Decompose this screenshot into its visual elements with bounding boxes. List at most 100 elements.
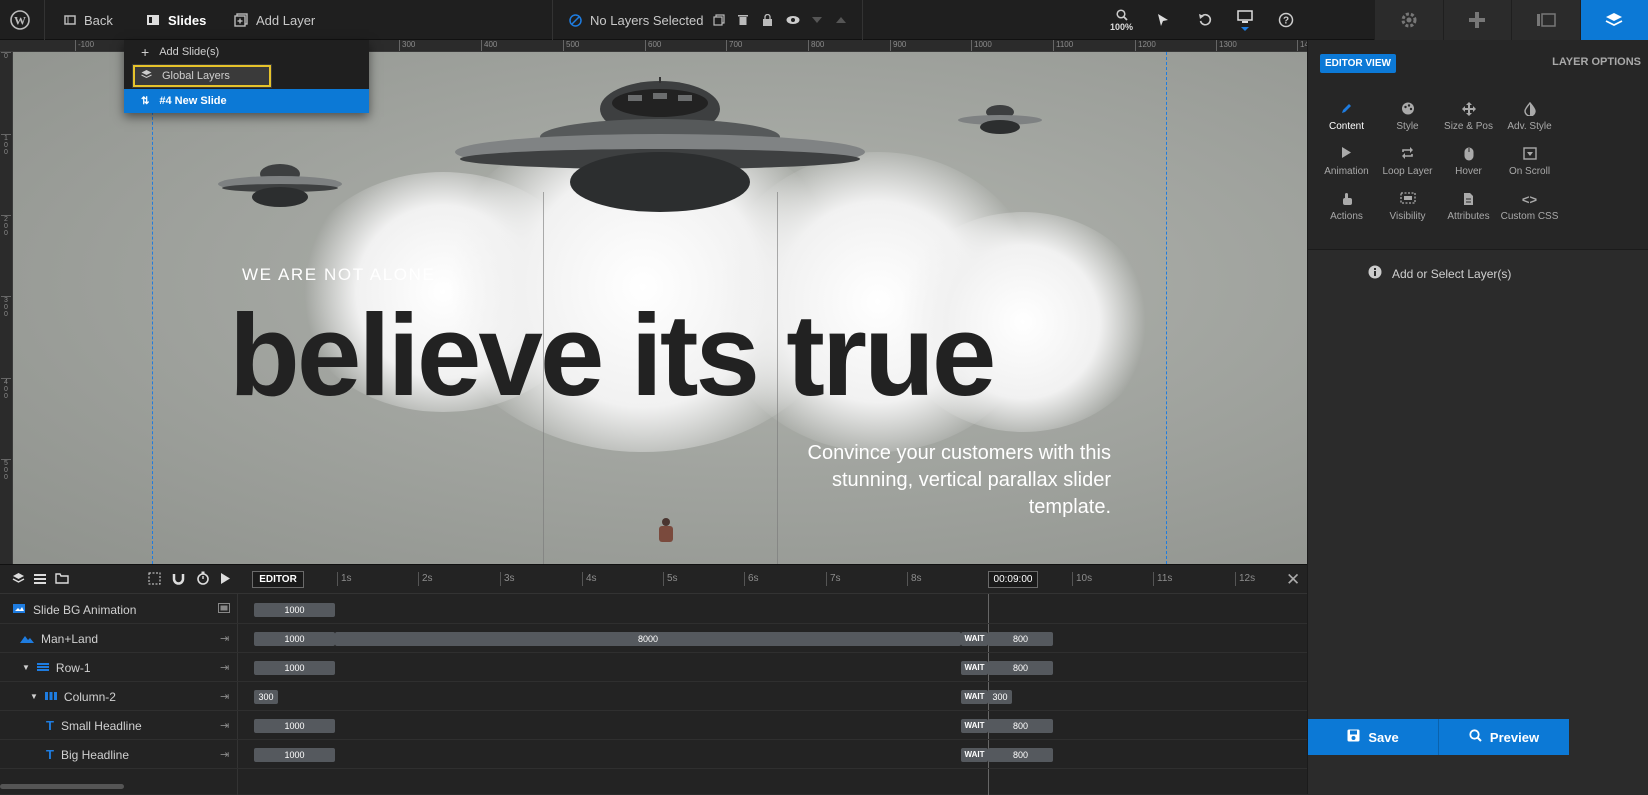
wordpress-logo-icon[interactable]: W (10, 0, 30, 40)
style-option[interactable]: Style (1377, 102, 1438, 132)
big-headline-layer[interactable]: believe its true (229, 288, 993, 422)
magnet-icon[interactable] (172, 572, 185, 588)
on-scroll-option[interactable]: On Scroll (1499, 147, 1560, 177)
bg-thumb-icon[interactable] (218, 603, 230, 616)
anim-bar-mid[interactable]: 8000 (335, 632, 961, 646)
wait-badge[interactable]: WAIT (961, 748, 988, 762)
option-label: Animation (1324, 166, 1368, 177)
body-text-layer[interactable]: Convince your customers with this stunni… (773, 440, 1111, 521)
snap-grid-icon[interactable] (148, 572, 161, 588)
wait-badge[interactable]: WAIT (961, 661, 988, 675)
custom-css-option[interactable]: <> Custom CSS (1499, 192, 1560, 222)
preview-button[interactable]: Preview (1438, 719, 1569, 755)
second-tick: 4s (582, 572, 597, 586)
folder-icon[interactable] (55, 572, 69, 587)
ufo-large-image[interactable] (453, 77, 868, 217)
anim-bar-end[interactable]: 800 (988, 661, 1053, 675)
ufo-left-image[interactable] (218, 160, 353, 210)
back-button[interactable]: Back (64, 0, 113, 40)
help-icon[interactable]: ? (1278, 0, 1294, 40)
delete-layer-icon[interactable] (738, 0, 748, 40)
ruler-tick: 1000 (971, 40, 992, 51)
end-arrow-icon[interactable]: ⇥ (220, 748, 229, 761)
anim-bar-end[interactable]: 300 (988, 690, 1012, 704)
content-option[interactable]: Content (1316, 102, 1377, 132)
timer-icon[interactable] (196, 571, 210, 588)
anim-bar-start[interactable]: 1000 (254, 748, 335, 762)
wait-badge[interactable]: WAIT (961, 632, 988, 646)
add-layer-button[interactable]: Add Layer (234, 0, 315, 40)
timeline-row[interactable]: ▼ Column-2 ⇥ 300 WAIT 300 (0, 682, 1374, 711)
zoom-control[interactable]: 100% (1110, 0, 1133, 40)
actions-option[interactable]: Actions (1316, 192, 1377, 222)
layer-options-label[interactable]: LAYER OPTIONS (1552, 56, 1641, 68)
layers-stack-icon[interactable] (1580, 0, 1648, 40)
move-up-icon[interactable] (836, 0, 846, 40)
second-tick: 5s (663, 572, 678, 586)
ruler-tick: 3 0 0 (1, 296, 11, 318)
second-tick: 2s (418, 572, 433, 586)
list-view-icon[interactable] (34, 573, 46, 587)
anim-bar-end[interactable]: 800 (988, 719, 1053, 733)
slide-canvas[interactable]: WE ARE NOT ALONE believe its true Convin… (13, 52, 1374, 564)
layers-toggle-icon[interactable] (12, 572, 25, 588)
move-down-icon[interactable] (812, 0, 822, 40)
settings-gear-icon[interactable] (1374, 0, 1443, 40)
size-pos-option[interactable]: Size & Pos (1438, 102, 1499, 132)
anim-bar-end[interactable]: 800 (988, 748, 1053, 762)
timeline-row[interactable]: Slide BG Animation 1000 (0, 595, 1374, 624)
timeline-row[interactable]: T Big Headline ⇥ 1000 WAIT 800 (0, 740, 1374, 769)
duplicate-layer-icon[interactable] (713, 0, 725, 40)
ufo-right-image[interactable] (958, 102, 1043, 137)
anim-bar-start[interactable]: 1000 (254, 603, 335, 617)
loop-layer-option[interactable]: Loop Layer (1377, 147, 1438, 177)
anim-bar-start[interactable]: 1000 (254, 661, 335, 675)
man-figure-image[interactable] (655, 517, 677, 564)
top-toolbar: W Back Slides Add Layer No Layers Select… (0, 0, 1648, 40)
anim-bar-start[interactable]: 300 (254, 690, 278, 704)
timeline-row[interactable]: ▼ Row-1 ⇥ 1000 WAIT 800 (0, 653, 1374, 682)
close-timeline-icon[interactable]: ✕ (1286, 570, 1300, 590)
horizontal-scrollbar[interactable] (0, 784, 124, 789)
anim-bar-start[interactable]: 1000 (254, 719, 335, 733)
ruler-tick: 4 0 0 (1, 378, 11, 400)
anim-bar-end[interactable]: 800 (988, 632, 1053, 646)
wait-badge[interactable]: WAIT (961, 719, 988, 733)
end-arrow-icon[interactable]: ⇥ (220, 661, 229, 674)
animation-option[interactable]: Animation (1316, 147, 1377, 177)
device-desktop-icon[interactable] (1237, 0, 1253, 40)
navigation-gamepad-icon[interactable] (1443, 0, 1512, 40)
ruler-tick: 1 0 0 (1, 134, 11, 156)
add-slides-item[interactable]: + Add Slide(s) (124, 40, 369, 64)
current-time-badge[interactable]: 00:09:00 (988, 571, 1038, 588)
small-headline-layer[interactable]: WE ARE NOT ALONE (242, 265, 435, 285)
option-label: Adv. Style (1507, 121, 1551, 132)
visibility-option[interactable]: Visibility (1377, 192, 1438, 222)
editor-badge[interactable]: EDITOR (252, 571, 304, 588)
timeline-row[interactable]: Man+Land ⇥ 1000 8000 WAIT 800 (0, 624, 1374, 653)
slide-4-item[interactable]: ⇅ #4 New Slide (124, 89, 369, 113)
play-icon[interactable] (220, 573, 230, 587)
slides-button[interactable]: Slides (146, 0, 206, 40)
ruler-tick: 0 (1, 52, 11, 60)
global-layers-item[interactable]: Global Layers (132, 64, 272, 88)
slide-options-icon[interactable] (1511, 0, 1580, 40)
end-arrow-icon[interactable]: ⇥ (220, 632, 229, 645)
pointer-tool-icon[interactable] (1157, 0, 1169, 40)
adv-style-option[interactable]: Adv. Style (1499, 102, 1560, 132)
timeline-row[interactable]: T Small Headline ⇥ 1000 WAIT 800 (0, 711, 1374, 740)
lock-layer-icon[interactable] (762, 0, 773, 40)
end-arrow-icon[interactable]: ⇥ (220, 690, 229, 703)
attributes-option[interactable]: Attributes (1438, 192, 1499, 222)
visibility-eye-icon[interactable] (786, 0, 800, 40)
editor-view-badge[interactable]: EDITOR VIEW (1320, 54, 1396, 73)
save-button[interactable]: Save (1308, 719, 1438, 755)
end-arrow-icon[interactable]: ⇥ (220, 719, 229, 732)
undo-history-icon[interactable] (1198, 0, 1212, 40)
hover-option[interactable]: Hover (1438, 147, 1499, 177)
slides-label: Slides (168, 13, 206, 28)
option-label: Style (1396, 121, 1418, 132)
anim-bar-start[interactable]: 1000 (254, 632, 335, 646)
no-selection-icon (569, 14, 582, 27)
wait-badge[interactable]: WAIT (961, 690, 988, 704)
